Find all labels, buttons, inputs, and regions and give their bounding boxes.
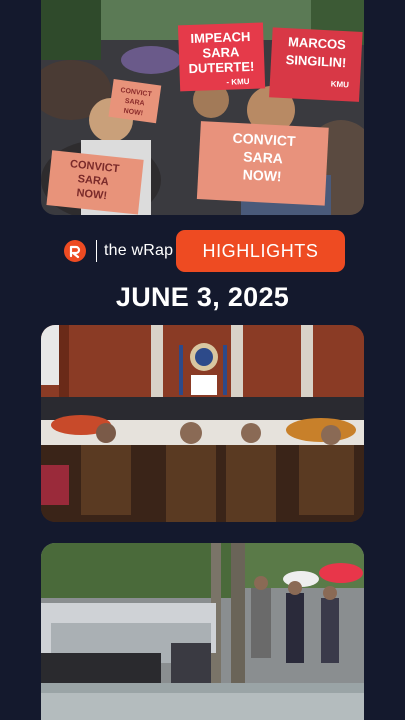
highlights-badge: HIGHLIGHTS	[176, 230, 345, 272]
brand-name: the wRap	[104, 242, 174, 259]
protest-scene: IMPEACH SARA DUTERTE! - KMU MARCOS SINGI…	[41, 0, 364, 215]
sign-convict-main-line2: SARA	[243, 148, 283, 166]
sign-convict-main-line1: CONVICT	[232, 130, 296, 149]
date-title: JUNE 3, 2025	[115, 282, 290, 312]
sign-impeach-org: - KMU	[226, 77, 250, 87]
brand-divider	[96, 240, 97, 262]
photo-protest: IMPEACH SARA DUTERTE! - KMU MARCOS SINGI…	[41, 0, 364, 215]
sign-marcos-org: KMU	[331, 79, 350, 89]
sign-impeach-line2: SARA	[202, 44, 240, 60]
sign-marcos-line1: MARCOS	[288, 34, 347, 52]
sign-impeach-line1: IMPEACH	[190, 29, 250, 46]
sign-marcos-line2: SINGILIN!	[285, 52, 346, 70]
photo-flood	[41, 543, 364, 720]
sign-impeach-line3: DUTERTE!	[188, 59, 254, 76]
sign-convict-main-line3: NOW!	[242, 166, 282, 184]
rappler-logo-icon	[64, 240, 86, 262]
meeting-scene	[41, 325, 364, 522]
photo-meeting	[41, 325, 364, 522]
brand-row: the wRap HIGHLIGHTS	[0, 230, 405, 272]
flood-scene	[41, 543, 364, 720]
